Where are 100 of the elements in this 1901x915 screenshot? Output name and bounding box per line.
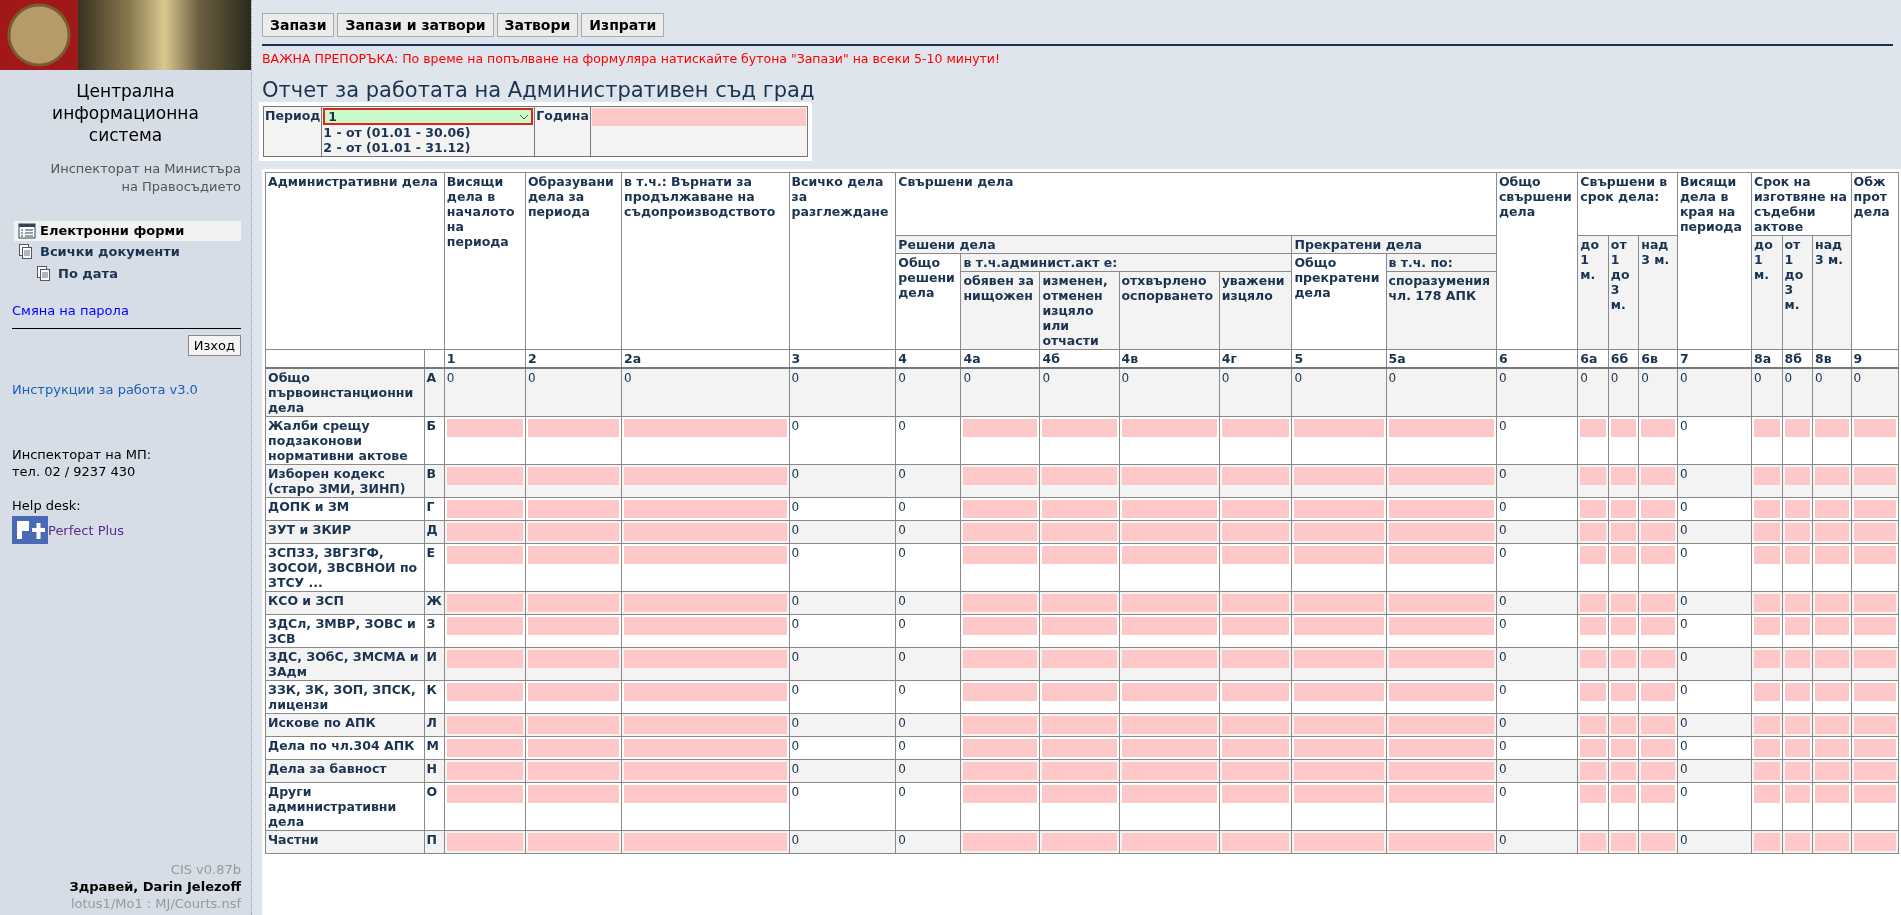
input-field[interactable] bbox=[1610, 833, 1637, 851]
input-field[interactable] bbox=[963, 523, 1038, 541]
input-field[interactable] bbox=[1221, 739, 1290, 757]
period-option[interactable]: 1 - от (01.01 - 30.06) bbox=[323, 125, 534, 140]
input-field[interactable] bbox=[446, 739, 523, 757]
input-field[interactable] bbox=[1580, 546, 1606, 564]
input-field[interactable] bbox=[1754, 546, 1780, 564]
input-field[interactable] bbox=[1388, 683, 1494, 701]
nav-item[interactable]: Всички документи bbox=[14, 240, 241, 263]
input-field[interactable] bbox=[1042, 500, 1117, 518]
input-field[interactable] bbox=[1610, 594, 1637, 612]
input-field[interactable] bbox=[624, 833, 787, 851]
input-field[interactable] bbox=[1641, 683, 1675, 701]
input-field[interactable] bbox=[1610, 419, 1637, 437]
input-field[interactable] bbox=[624, 546, 787, 564]
input-field[interactable] bbox=[1815, 716, 1849, 734]
input-field[interactable] bbox=[1641, 500, 1675, 518]
input-field[interactable] bbox=[963, 716, 1038, 734]
input-field[interactable] bbox=[963, 546, 1038, 564]
input-field[interactable] bbox=[1784, 739, 1810, 757]
input-field[interactable] bbox=[1754, 594, 1780, 612]
input-field[interactable] bbox=[1580, 762, 1606, 780]
input-field[interactable] bbox=[1610, 739, 1637, 757]
input-field[interactable] bbox=[1388, 716, 1494, 734]
input-field[interactable] bbox=[1815, 785, 1849, 803]
input-field[interactable] bbox=[1221, 467, 1290, 485]
input-field[interactable] bbox=[1042, 683, 1117, 701]
input-field[interactable] bbox=[1121, 467, 1217, 485]
input-field[interactable] bbox=[1042, 594, 1117, 612]
input-field[interactable] bbox=[1641, 419, 1675, 437]
input-field[interactable] bbox=[1580, 739, 1606, 757]
input-field[interactable] bbox=[527, 467, 620, 485]
input-field[interactable] bbox=[1641, 716, 1675, 734]
input-field[interactable] bbox=[1641, 833, 1675, 851]
input-field[interactable] bbox=[1388, 500, 1494, 518]
input-field[interactable] bbox=[1221, 785, 1290, 803]
input-field[interactable] bbox=[1580, 500, 1606, 518]
input-field[interactable] bbox=[527, 739, 620, 757]
input-field[interactable] bbox=[1853, 594, 1896, 612]
input-field[interactable] bbox=[624, 716, 787, 734]
input-field[interactable] bbox=[624, 617, 787, 635]
input-field[interactable] bbox=[1784, 683, 1810, 701]
year-field[interactable] bbox=[591, 108, 806, 126]
input-field[interactable] bbox=[1388, 523, 1494, 541]
input-field[interactable] bbox=[624, 594, 787, 612]
input-field[interactable] bbox=[1815, 617, 1849, 635]
input-field[interactable] bbox=[1784, 467, 1810, 485]
input-field[interactable] bbox=[446, 833, 523, 851]
input-field[interactable] bbox=[1580, 419, 1606, 437]
input-field[interactable] bbox=[1853, 419, 1896, 437]
input-field[interactable] bbox=[446, 617, 523, 635]
input-field[interactable] bbox=[1754, 523, 1780, 541]
input-field[interactable] bbox=[1294, 739, 1384, 757]
period-select[interactable]: 1 bbox=[323, 108, 534, 125]
input-field[interactable] bbox=[1610, 617, 1637, 635]
input-field[interactable] bbox=[963, 683, 1038, 701]
input-field[interactable] bbox=[1042, 467, 1117, 485]
input-field[interactable] bbox=[446, 500, 523, 518]
input-field[interactable] bbox=[1580, 833, 1606, 851]
helpdesk-link[interactable]: Perfect Plus bbox=[48, 522, 125, 538]
input-field[interactable] bbox=[1221, 716, 1290, 734]
input-field[interactable] bbox=[1610, 467, 1637, 485]
input-field[interactable] bbox=[527, 546, 620, 564]
input-field[interactable] bbox=[624, 762, 787, 780]
input-field[interactable] bbox=[1294, 523, 1384, 541]
input-field[interactable] bbox=[1294, 650, 1384, 668]
input-field[interactable] bbox=[527, 617, 620, 635]
nav-item[interactable]: Електронни форми bbox=[14, 220, 241, 241]
input-field[interactable] bbox=[1641, 785, 1675, 803]
input-field[interactable] bbox=[1853, 650, 1896, 668]
input-field[interactable] bbox=[1853, 739, 1896, 757]
input-field[interactable] bbox=[1121, 683, 1217, 701]
input-field[interactable] bbox=[1388, 833, 1494, 851]
input-field[interactable] bbox=[1580, 650, 1606, 668]
input-field[interactable] bbox=[1754, 683, 1780, 701]
input-field[interactable] bbox=[1784, 762, 1810, 780]
input-field[interactable] bbox=[1388, 739, 1494, 757]
input-field[interactable] bbox=[1294, 500, 1384, 518]
input-field[interactable] bbox=[1121, 762, 1217, 780]
input-field[interactable] bbox=[1641, 739, 1675, 757]
input-field[interactable] bbox=[1610, 683, 1637, 701]
input-field[interactable] bbox=[1610, 716, 1637, 734]
input-field[interactable] bbox=[1784, 785, 1810, 803]
input-field[interactable] bbox=[446, 546, 523, 564]
period-option[interactable]: 2 - от (01.01 - 31.12) bbox=[323, 140, 534, 155]
input-field[interactable] bbox=[963, 594, 1038, 612]
input-field[interactable] bbox=[1388, 785, 1494, 803]
input-field[interactable] bbox=[527, 650, 620, 668]
input-field[interactable] bbox=[527, 762, 620, 780]
input-field[interactable] bbox=[1853, 467, 1896, 485]
input-field[interactable] bbox=[1294, 785, 1384, 803]
instructions-link[interactable]: Инструкции за работа v3.0 bbox=[12, 381, 241, 397]
input-field[interactable] bbox=[1294, 617, 1384, 635]
input-field[interactable] bbox=[624, 500, 787, 518]
input-field[interactable] bbox=[1784, 419, 1810, 437]
input-field[interactable] bbox=[1641, 650, 1675, 668]
input-field[interactable] bbox=[1042, 833, 1117, 851]
input-field[interactable] bbox=[1853, 500, 1896, 518]
nav-item[interactable]: По дата bbox=[32, 262, 241, 285]
input-field[interactable] bbox=[624, 650, 787, 668]
